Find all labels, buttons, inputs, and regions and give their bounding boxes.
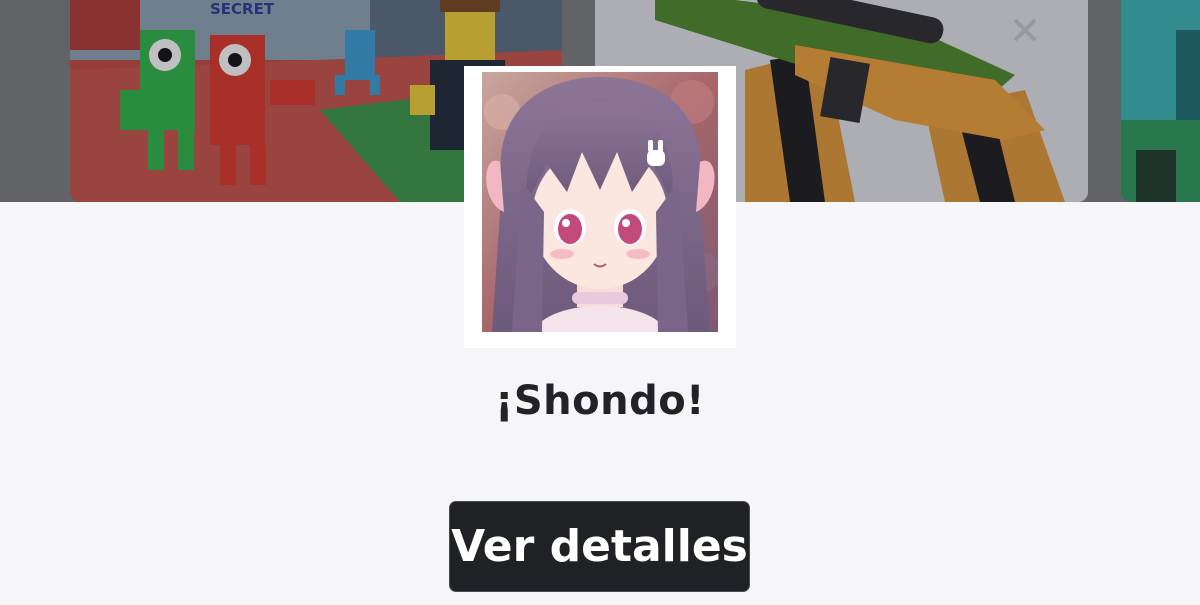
view-details-button[interactable]: Ver detalles bbox=[449, 501, 750, 592]
thumbnail-secret-text: SECRET bbox=[210, 0, 275, 18]
avatar bbox=[482, 72, 718, 332]
profile-avatar-frame bbox=[464, 66, 736, 348]
game-thumbnail-partial[interactable] bbox=[1121, 0, 1200, 202]
profile-display-name: ¡Shondo! bbox=[495, 378, 705, 424]
